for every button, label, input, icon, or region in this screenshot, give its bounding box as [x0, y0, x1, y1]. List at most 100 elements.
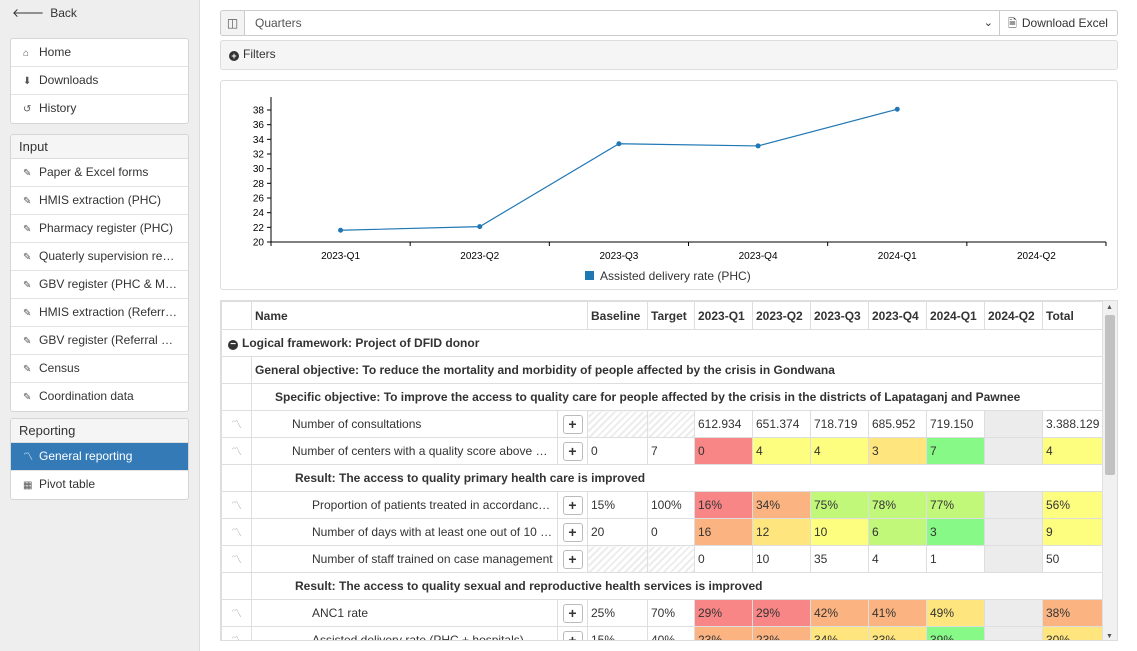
- add-breakdown-button[interactable]: +: [562, 630, 583, 640]
- y-tick-label: 20: [253, 238, 265, 249]
- header-2023-q4[interactable]: 2023-Q4: [868, 301, 927, 330]
- chart-toggle-icon[interactable]: 〽: [221, 545, 252, 573]
- header-2023-q2[interactable]: 2023-Q2: [752, 301, 811, 330]
- header-target[interactable]: Target: [647, 301, 695, 330]
- chart-toggle-icon[interactable]: 〽: [221, 626, 252, 640]
- data-point[interactable]: [755, 143, 761, 149]
- legend[interactable]: Assisted delivery rate (PHC): [585, 269, 751, 283]
- header-2023-q3[interactable]: 2023-Q3: [810, 301, 869, 330]
- input-item[interactable]: ✎ Coordination data: [11, 383, 188, 411]
- section-row: Specific objective: To improve the acces…: [221, 383, 1105, 411]
- section-title-cell[interactable]: − Logical framework: Project of DFID dono…: [221, 329, 1105, 357]
- download-excel-button[interactable]: 🗎 Download Excel: [999, 10, 1118, 36]
- header-total[interactable]: Total: [1042, 301, 1105, 330]
- header-2023-q1[interactable]: 2023-Q1: [694, 301, 753, 330]
- nav-item-label: History: [39, 101, 77, 115]
- indicator-row: 〽 Number of staff trained on case managem…: [221, 545, 1105, 573]
- add-breakdown-button[interactable]: +: [562, 522, 583, 542]
- legend-label: Assisted delivery rate (PHC): [600, 269, 751, 283]
- line-chart-icon: 〽: [23, 452, 33, 463]
- add-breakdown-button[interactable]: +: [562, 549, 583, 569]
- y-tick-label: 34: [253, 135, 265, 146]
- input-item[interactable]: ✎ HMIS extraction (PHC): [11, 187, 188, 215]
- value-cell: 16: [694, 518, 753, 546]
- minus-circle-icon: +: [229, 51, 239, 61]
- table-scrollbar[interactable]: ▲ ▼: [1102, 301, 1117, 640]
- add-breakdown-button[interactable]: +: [562, 441, 583, 461]
- section-title: Specific objective: To improve the acces…: [275, 390, 1021, 404]
- input-item-label: Paper & Excel forms: [39, 165, 149, 179]
- chart-toggle-icon[interactable]: 〽: [221, 599, 252, 627]
- value-cell: 685.952: [868, 410, 927, 438]
- chart-toggle-icon[interactable]: 〽: [221, 518, 252, 546]
- value-cell: 0: [694, 545, 753, 573]
- scroll-up-icon[interactable]: ▲: [1106, 304, 1113, 311]
- chart-toggle-icon[interactable]: 〽: [221, 491, 252, 519]
- value-cell: 4: [868, 545, 927, 573]
- chevron-down-icon: ⌄: [983, 17, 993, 29]
- section-row: Result: The access to quality sexual and…: [221, 572, 1105, 600]
- data-point[interactable]: [894, 106, 900, 112]
- reporting-item[interactable]: ▦ Pivot table: [11, 471, 188, 499]
- nav-item-history[interactable]: ↺ History: [11, 95, 188, 123]
- input-item[interactable]: ✎ GBV register (Referral …: [11, 327, 188, 355]
- reporting-item[interactable]: 〽 General reporting: [11, 443, 188, 471]
- sidebar-toggle-button[interactable]: ◫: [220, 10, 245, 36]
- input-item[interactable]: ✎ Pharmacy register (PHC): [11, 215, 188, 243]
- data-point[interactable]: [477, 224, 483, 230]
- data-point[interactable]: [616, 141, 622, 147]
- nav-item-label: Home: [39, 45, 72, 59]
- reporting-panel: Reporting 〽 General reporting ▦ Pivot table: [10, 418, 189, 500]
- y-tick-label: 24: [253, 208, 265, 219]
- filters-toggle[interactable]: + Filters: [220, 40, 1118, 70]
- chart-toggle-icon[interactable]: 〽: [221, 410, 252, 438]
- header-2024-q1[interactable]: 2024-Q1: [926, 301, 985, 330]
- add-breakdown-cell: +: [557, 545, 588, 573]
- section-title-cell: General objective: To reduce the mortali…: [251, 356, 1105, 384]
- chart-toggle-icon[interactable]: 〽: [221, 437, 252, 465]
- data-point[interactable]: [338, 227, 344, 233]
- section-indent: [221, 356, 252, 384]
- target-cell: 0: [647, 518, 695, 546]
- scrollbar-thumb[interactable]: [1105, 315, 1115, 475]
- value-cell: 77%: [926, 491, 985, 519]
- section-title: Result: The access to quality primary he…: [295, 471, 646, 485]
- filters-label: Filters: [243, 47, 276, 61]
- add-breakdown-cell: +: [557, 599, 588, 627]
- scroll-down-icon[interactable]: ▼: [1106, 633, 1113, 640]
- header-baseline[interactable]: Baseline: [587, 301, 648, 330]
- value-cell: 10: [810, 518, 869, 546]
- pencil-icon: ✎: [23, 280, 32, 291]
- pencil-icon: ✎: [23, 336, 32, 347]
- input-item[interactable]: ✎ Paper & Excel forms: [11, 159, 188, 187]
- nav-item-home[interactable]: ⌂ Home: [11, 39, 188, 67]
- input-item[interactable]: ✎ GBV register (PHC & M…: [11, 271, 188, 299]
- input-item-label: GBV register (PHC & M…: [39, 277, 178, 291]
- report-table-container: Name Baseline Target 2023-Q1 2023-Q2 2023-Q3 2…: [220, 300, 1118, 641]
- indicator-row: 〽 Proportion of patients treated in accor…: [221, 491, 1105, 519]
- value-cell: 78%: [868, 491, 927, 519]
- indicator-row: 〽 Number of centers with a quality score …: [221, 437, 1105, 465]
- period-select[interactable]: Quarters ⌄: [244, 10, 1000, 36]
- series-line: [340, 108, 898, 231]
- input-item[interactable]: ✎ HMIS extraction (Referr…: [11, 299, 188, 327]
- header-name[interactable]: Name: [251, 301, 588, 330]
- back-link[interactable]: 🡐 Back: [12, 5, 77, 20]
- indicator-row: 〽 Number of days with at least one out of…: [221, 518, 1105, 546]
- pencil-icon: ✎: [23, 308, 32, 319]
- nav-item-downloads[interactable]: ⬇ Downloads: [11, 67, 188, 95]
- add-breakdown-button[interactable]: +: [562, 414, 583, 434]
- target-cell: 100%: [647, 491, 695, 519]
- add-breakdown-cell: +: [557, 491, 588, 519]
- baseline-cell: 25%: [587, 599, 648, 627]
- input-item[interactable]: ✎ Quaterly supervision re…: [11, 243, 188, 271]
- section-title: General objective: To reduce the mortali…: [255, 363, 835, 377]
- header-2024-q2[interactable]: 2024-Q2: [984, 301, 1043, 330]
- input-item[interactable]: ✎ Census: [11, 355, 188, 383]
- download-excel-label: Download Excel: [1021, 16, 1108, 30]
- value-cell: 23%: [752, 626, 811, 640]
- add-breakdown-button[interactable]: +: [562, 495, 583, 515]
- add-breakdown-button[interactable]: +: [562, 603, 583, 623]
- pencil-icon: ✎: [23, 392, 32, 403]
- collapse-icon[interactable]: −: [228, 340, 238, 350]
